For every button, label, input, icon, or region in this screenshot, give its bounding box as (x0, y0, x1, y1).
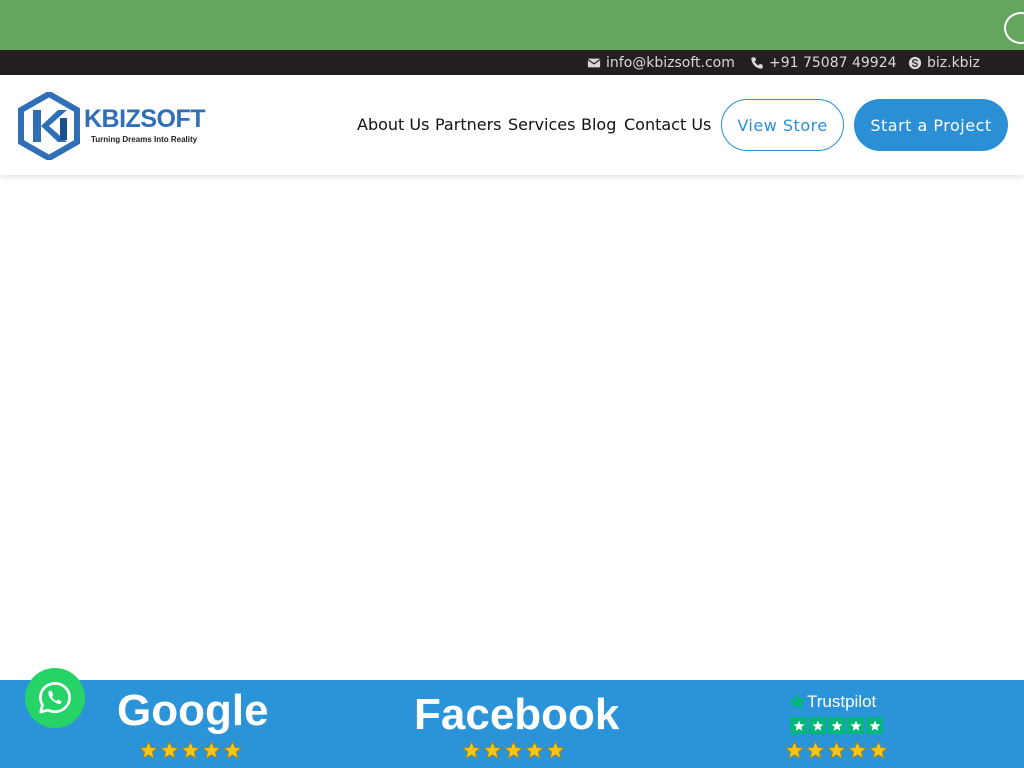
topbar-skype-link[interactable]: biz.kbiz (908, 50, 980, 75)
star-icon (812, 720, 823, 731)
trustpilot-box (790, 717, 807, 734)
star-icon (525, 741, 544, 759)
trustpilot-brand: Trustpilot (807, 692, 877, 711)
kbizsoft-logo[interactable]: KBIZSOFT Turning Dreams Into Reality (18, 92, 206, 160)
whatsapp-button[interactable] (25, 668, 85, 728)
trustpilot-logo: Trustpilot (788, 692, 888, 712)
star-icon (504, 741, 523, 759)
star-icon (483, 741, 502, 759)
nav-contact-us[interactable]: Contact Us (624, 115, 711, 134)
trustpilot-box (809, 717, 826, 734)
topbar-skype: biz.kbiz (927, 54, 980, 71)
logo-tagline: Turning Dreams Into Reality (91, 135, 198, 144)
promo-circle-button[interactable] (1004, 12, 1024, 44)
topbar-phone: +91 75087 49924 (769, 54, 897, 71)
star-icon (223, 741, 242, 759)
nav-about-us[interactable]: About Us (357, 115, 429, 134)
star-icon (181, 741, 200, 759)
nav-blog[interactable]: Blog (581, 115, 616, 134)
star-icon (462, 741, 481, 759)
trustpilot-box (866, 717, 883, 734)
logo-mark-icon (18, 92, 80, 160)
topbar-email-link[interactable]: info@kbizsoft.com (587, 50, 735, 75)
star-icon (869, 741, 888, 759)
trustpilot-stars (785, 741, 888, 760)
trustpilot-box (847, 717, 864, 734)
google-brand: Google (117, 686, 269, 735)
star-icon (848, 741, 867, 759)
trustpilot-star-icon (788, 692, 807, 710)
facebook-stars (462, 741, 565, 760)
star-icon (793, 720, 804, 731)
star-icon (546, 741, 565, 759)
contact-topbar: info@kbizsoft.com +91 75087 49924 biz.kb… (0, 50, 1024, 75)
star-icon (827, 741, 846, 759)
site-header: KBIZSOFT Turning Dreams Into Reality Abo… (0, 75, 1024, 175)
star-icon (806, 741, 825, 759)
nav-services[interactable]: Services (508, 115, 575, 134)
trustpilot-box (828, 717, 845, 734)
promo-bar (0, 0, 1024, 50)
trustpilot-rating-boxes (790, 717, 883, 734)
nav-partners[interactable]: Partners (435, 115, 501, 134)
star-icon (202, 741, 221, 759)
phone-icon (751, 56, 763, 69)
start-project-button[interactable]: Start a Project (854, 99, 1008, 151)
google-stars (139, 741, 242, 760)
envelope-icon (587, 58, 601, 67)
star-icon (869, 720, 880, 731)
star-icon (139, 741, 158, 759)
view-store-button[interactable]: View Store (721, 99, 844, 151)
star-icon (785, 741, 804, 759)
star-icon (850, 720, 861, 731)
facebook-brand: Facebook (414, 690, 620, 739)
logo-name: KBIZSOFT (84, 105, 206, 133)
skype-icon (908, 56, 922, 69)
whatsapp-icon (39, 682, 71, 714)
star-icon (831, 720, 842, 731)
star-icon (160, 741, 179, 759)
topbar-phone-link[interactable]: +91 75087 49924 (750, 50, 897, 75)
topbar-email: info@kbizsoft.com (606, 54, 735, 71)
